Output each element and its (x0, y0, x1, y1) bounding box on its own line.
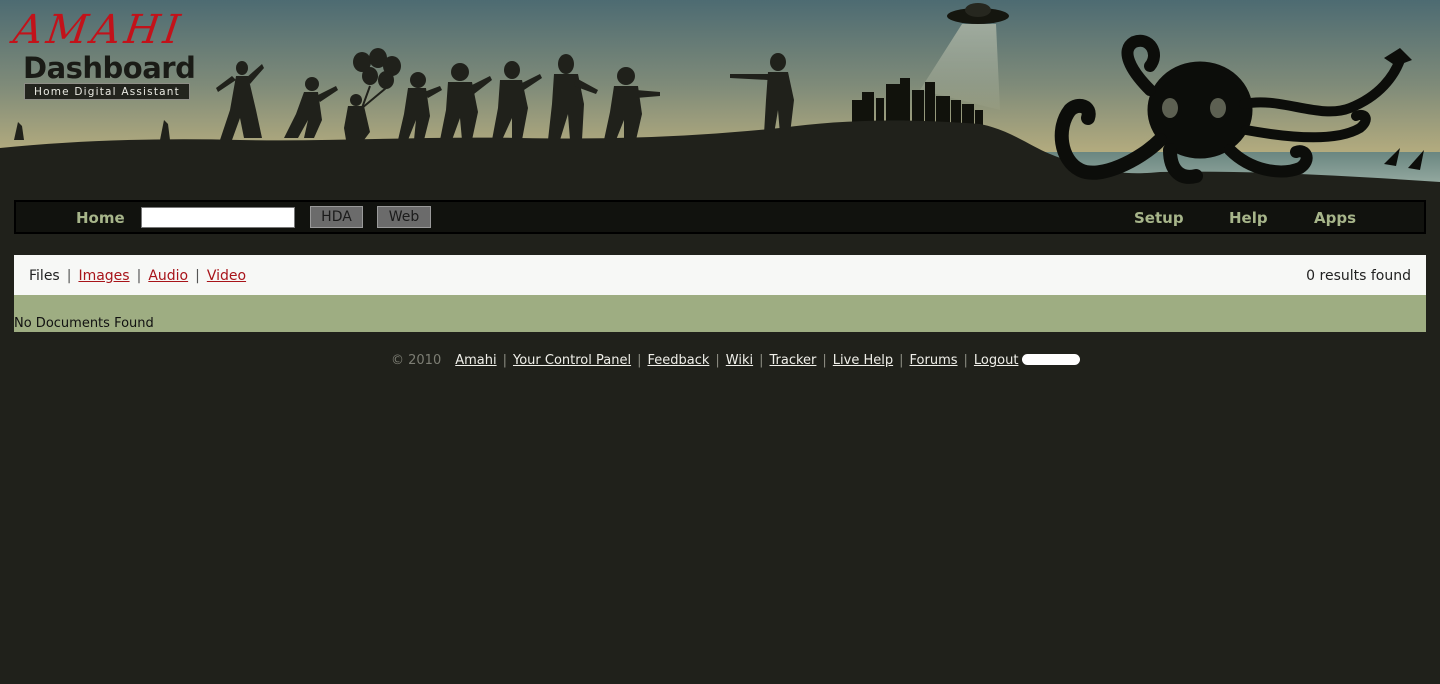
logo-title: AMAHI (10, 7, 187, 53)
nav-bar: Home HDA Web Setup Help Apps (14, 200, 1426, 234)
footer-separator: | (899, 353, 904, 368)
results-count: 0 results found (1306, 268, 1411, 284)
filter-separator: | (195, 268, 200, 284)
footer-separator: | (963, 353, 968, 368)
filter-bar: Files | Images | Audio | Video 0 results found (14, 255, 1426, 295)
logo-tagline: Home Digital Assistant (24, 83, 190, 100)
filter-separator: | (66, 268, 72, 284)
filter-audio-link[interactable]: Audio (148, 268, 188, 284)
filter-files-current: Files (29, 268, 60, 284)
footer-forums-link[interactable]: Forums (910, 353, 958, 368)
footer-live-help-link[interactable]: Live Help (833, 353, 893, 368)
footer-separator: | (822, 353, 827, 368)
footer-tracker-link[interactable]: Tracker (770, 353, 817, 368)
footer-wiki-link[interactable]: Wiki (726, 353, 753, 368)
footer-amahi-link[interactable]: Amahi (455, 353, 496, 368)
empty-results-message: No Documents Found (14, 316, 154, 331)
redacted-username (1022, 354, 1081, 365)
filter-images-link[interactable]: Images (78, 268, 129, 284)
filter-video-link[interactable]: Video (207, 268, 246, 284)
footer-separator: | (637, 353, 642, 368)
logo-subtitle: Dashboard (23, 51, 196, 85)
footer: © 2010 Amahi | Your Control Panel | Feedback |… (0, 352, 1440, 370)
results-area: No Documents Found (14, 295, 1426, 332)
hda-search-button[interactable]: HDA (310, 206, 363, 228)
copyright-text: © 2010 (391, 353, 442, 368)
filter-tabs: Files | Images | Audio | Video (29, 266, 246, 286)
nav-help-link[interactable]: Help (1229, 208, 1268, 228)
search-input[interactable] (141, 207, 295, 228)
nav-apps-link[interactable]: Apps (1314, 208, 1356, 228)
footer-separator: | (759, 353, 764, 368)
nav-setup-link[interactable]: Setup (1134, 208, 1184, 228)
filter-separator: | (136, 268, 142, 284)
header-banner: AMAHI Dashboard Home Digital Assistant (0, 0, 1440, 190)
banner-illustration (0, 0, 1440, 190)
footer-separator: | (502, 353, 507, 368)
nav-home-link[interactable]: Home (76, 208, 125, 228)
web-search-button[interactable]: Web (377, 206, 431, 228)
footer-logout-link[interactable]: Logout (974, 353, 1019, 368)
footer-feedback-link[interactable]: Feedback (647, 353, 709, 368)
footer-control-panel-link[interactable]: Your Control Panel (513, 353, 631, 368)
footer-separator: | (715, 353, 720, 368)
